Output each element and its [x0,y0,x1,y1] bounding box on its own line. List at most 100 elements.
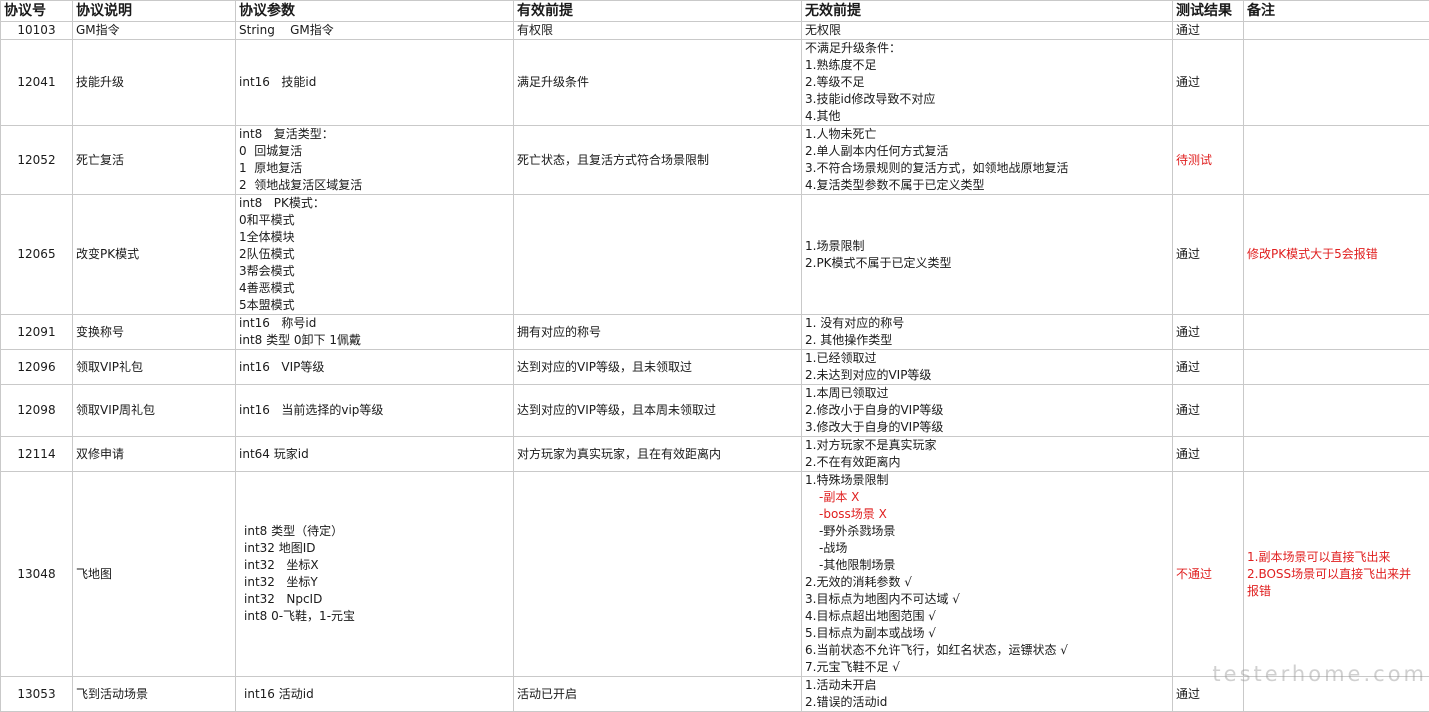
note-cell[interactable] [1244,385,1429,437]
invalid-line: 5.目标点为副本或战场 √ [805,625,1169,642]
description-cell[interactable]: 技能升级 [73,40,236,126]
valid-cell[interactable]: 活动已开启 [514,677,802,712]
invalid-line: 4.其他 [805,108,1169,125]
invalid-line: 2.不在有效距离内 [805,454,1169,471]
protocol-id-cell[interactable]: 12096 [1,350,73,385]
protocol-id-cell[interactable]: 12114 [1,437,73,472]
invalid-cell[interactable]: 1.活动未开启 2.错误的活动id [802,677,1173,712]
protocol-id-cell[interactable]: 12098 [1,385,73,437]
invalid-line: 7.元宝飞鞋不足 √ [805,659,1169,676]
result-cell[interactable]: 通过 [1173,22,1244,40]
description-cell[interactable]: 改变PK模式 [73,195,236,315]
note-cell[interactable] [1244,315,1429,350]
params-cell[interactable]: String GM指令 [236,22,514,40]
description-cell[interactable]: 领取VIP周礼包 [73,385,236,437]
header-params[interactable]: 协议参数 [236,1,514,22]
result-cell[interactable]: 通过 [1173,350,1244,385]
table-row: 12098 领取VIP周礼包 int16 当前选择的vip等级 达到对应的VIP… [1,385,1429,437]
invalid-line: 1.场景限制 [805,238,1169,255]
description-cell[interactable]: GM指令 [73,22,236,40]
params-cell[interactable]: int16 当前选择的vip等级 [236,385,514,437]
header-invalid-precondition[interactable]: 无效前提 [802,1,1173,22]
protocol-id-cell[interactable]: 12065 [1,195,73,315]
note-cell[interactable] [1244,437,1429,472]
valid-cell[interactable]: 对方玩家为真实玩家，且在有效距离内 [514,437,802,472]
table-row: 12091 变换称号 int16 称号id int8 类型 0卸下 1佩戴 拥有… [1,315,1429,350]
protocol-id-cell[interactable]: 12041 [1,40,73,126]
valid-cell[interactable]: 拥有对应的称号 [514,315,802,350]
invalid-cell[interactable]: 1. 没有对应的称号 2. 其他操作类型 [802,315,1173,350]
valid-cell[interactable]: 死亡状态，且复活方式符合场景限制 [514,126,802,195]
param-line: int8 PK模式： [239,195,510,212]
protocol-id-cell[interactable]: 10103 [1,22,73,40]
note-cell[interactable] [1244,40,1429,126]
note-cell[interactable] [1244,22,1429,40]
params-cell[interactable]: int16 VIP等级 [236,350,514,385]
header-test-result[interactable]: 测试结果 [1173,1,1244,22]
valid-cell[interactable]: 达到对应的VIP等级，且本周未领取过 [514,385,802,437]
params-cell[interactable]: int8 PK模式： 0和平模式 1全体模块 2队伍模式 3帮会模式 4善恶模式… [236,195,514,315]
invalid-cell[interactable]: 1.已经领取过 2.未达到对应的VIP等级 [802,350,1173,385]
result-cell[interactable]: 待测试 [1173,126,1244,195]
invalid-line: -副本 X [805,489,1169,506]
invalid-cell[interactable]: 无权限 [802,22,1173,40]
note-cell[interactable]: 修改PK模式大于5会报错 [1244,195,1429,315]
note-cell[interactable]: 1.副本场景可以直接飞出来 2.BOSS场景可以直接飞出来并 报错 [1244,472,1429,677]
description-cell[interactable]: 双修申请 [73,437,236,472]
param-line: int64 玩家id [239,446,510,463]
valid-cell[interactable]: 达到对应的VIP等级，且未领取过 [514,350,802,385]
invalid-cell[interactable]: 1.本周已领取过 2.修改小于自身的VIP等级 3.修改大于自身的VIP等级 [802,385,1173,437]
invalid-cell[interactable]: 1.对方玩家不是真实玩家 2.不在有效距离内 [802,437,1173,472]
invalid-cell[interactable]: 1.场景限制 2.PK模式不属于已定义类型 [802,195,1173,315]
result-cell[interactable]: 通过 [1173,40,1244,126]
result-cell[interactable]: 通过 [1173,385,1244,437]
description-cell[interactable]: 死亡复活 [73,126,236,195]
description-cell[interactable]: 飞到活动场景 [73,677,236,712]
params-cell[interactable]: int16 活动id [236,677,514,712]
result-cell[interactable]: 不通过 [1173,472,1244,677]
result-cell[interactable]: 通过 [1173,315,1244,350]
protocol-id-cell[interactable]: 12052 [1,126,73,195]
param-line: 5本盟模式 [239,297,510,314]
invalid-line: 1.对方玩家不是真实玩家 [805,437,1169,454]
protocol-id-cell[interactable]: 13048 [1,472,73,677]
invalid-line: -战场 [805,540,1169,557]
invalid-line: 2.无效的消耗参数 √ [805,574,1169,591]
params-cell[interactable]: int64 玩家id [236,437,514,472]
invalid-line: 1.本周已领取过 [805,385,1169,402]
header-description[interactable]: 协议说明 [73,1,236,22]
invalid-line: -其他限制场景 [805,557,1169,574]
params-cell[interactable]: int8 复活类型： 0 回城复活 1 原地复活 2 领地战复活区域复活 [236,126,514,195]
params-cell[interactable]: int16 称号id int8 类型 0卸下 1佩戴 [236,315,514,350]
valid-cell[interactable]: 满足升级条件 [514,40,802,126]
invalid-cell[interactable]: 1.人物未死亡 2.单人副本内任何方式复活 3.不符合场景规则的复活方式，如领地… [802,126,1173,195]
description-cell[interactable]: 变换称号 [73,315,236,350]
invalid-line: 2.单人副本内任何方式复活 [805,143,1169,160]
invalid-cell[interactable]: 1.特殊场景限制 -副本 X -boss场景 X -野外杀戮场景 -战场 -其他… [802,472,1173,677]
description-cell[interactable]: 飞地图 [73,472,236,677]
protocol-id-cell[interactable]: 13053 [1,677,73,712]
note-cell[interactable] [1244,350,1429,385]
param-line: int32 坐标Y [244,574,510,591]
valid-cell[interactable]: 有权限 [514,22,802,40]
note-cell[interactable] [1244,126,1429,195]
invalid-cell[interactable]: 不满足升级条件： 1.熟练度不足 2.等级不足 3.技能id修改导致不对应 4.… [802,40,1173,126]
valid-cell[interactable] [514,472,802,677]
params-cell[interactable]: int16 技能id [236,40,514,126]
description-cell[interactable]: 领取VIP礼包 [73,350,236,385]
table-row: 12052 死亡复活 int8 复活类型： 0 回城复活 1 原地复活 2 领地… [1,126,1429,195]
table-row: 12041 技能升级 int16 技能id 满足升级条件 不满足升级条件： 1.… [1,40,1429,126]
param-line: int8 类型（待定） [244,523,510,540]
header-protocol-id[interactable]: 协议号 [1,1,73,22]
header-notes[interactable]: 备注 [1244,1,1429,22]
valid-cell[interactable] [514,195,802,315]
result-cell[interactable]: 通过 [1173,195,1244,315]
invalid-line: 2.错误的活动id [805,694,1169,711]
protocol-id-cell[interactable]: 12091 [1,315,73,350]
param-line: int8 0-飞鞋，1-元宝 [244,608,510,625]
params-cell[interactable]: int8 类型（待定） int32 地图ID int32 坐标X int32 坐… [236,472,514,677]
header-valid-precondition[interactable]: 有效前提 [514,1,802,22]
table-row: 12114 双修申请 int64 玩家id 对方玩家为真实玩家，且在有效距离内 … [1,437,1429,472]
result-cell[interactable]: 通过 [1173,437,1244,472]
invalid-line: 2.未达到对应的VIP等级 [805,367,1169,384]
